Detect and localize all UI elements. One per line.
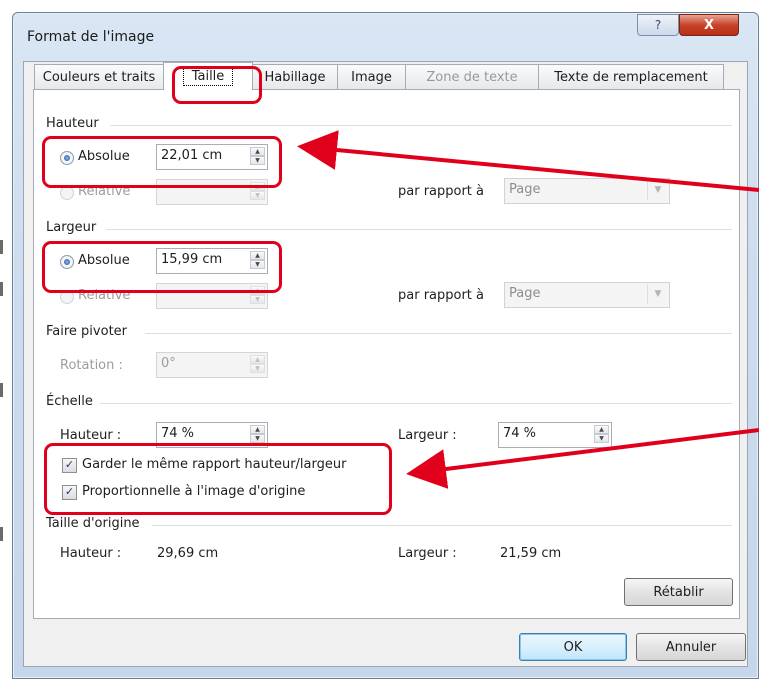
spin-up-icon: ▲ [250, 182, 265, 191]
hauteur-relative-label: Relative [78, 184, 131, 199]
section-divider [110, 125, 732, 126]
section-pivoter-title: Faire pivoter [46, 324, 128, 339]
spin-down-icon[interactable]: ▼ [250, 156, 265, 165]
garder-rapport-label: Garder le même rapport hauteur/largeur [82, 457, 347, 472]
tab-label: Couleurs et traits [42, 69, 156, 85]
largeur-relative-label: Relative [78, 288, 131, 303]
tab-label: Image [351, 69, 392, 85]
spin-up-icon[interactable]: ▲ [250, 425, 265, 434]
tab-image[interactable]: Image [337, 64, 406, 89]
largeur-relative-radio [60, 290, 74, 304]
rotation-spinner: 0° ▲ ▼ [156, 352, 268, 378]
hauteur-par-rapport-label: par rapport à [398, 184, 485, 199]
garder-rapport-checkbox[interactable]: ✓ [62, 458, 77, 473]
spin-down-icon: ▼ [250, 364, 265, 373]
spin-down-icon[interactable]: ▼ [250, 434, 265, 443]
largeur-par-rapport-select: Page ▼ [504, 282, 670, 308]
spin-up-icon: ▲ [250, 286, 265, 295]
spinner-value: 22,01 cm [161, 148, 223, 163]
select-value: Page [509, 182, 541, 197]
tab-label: Habillage [264, 69, 326, 85]
spin-down-icon: ▼ [250, 191, 265, 200]
tab-label: Zone de texte [426, 69, 518, 85]
title-bar: Format de l'image ? X [13, 13, 758, 57]
taille-panel [33, 89, 740, 619]
spinner-arrows[interactable]: ▲ ▼ [250, 147, 265, 165]
hauteur-relative-radio [60, 186, 74, 200]
tab-zone-de-texte: Zone de texte [405, 64, 539, 89]
spin-up-icon: ▲ [250, 355, 265, 364]
origine-hauteur-label: Hauteur : [60, 546, 122, 561]
echelle-largeur-label: Largeur : [398, 428, 457, 443]
tab-label: Texte de remplacement [554, 69, 708, 85]
spinner-arrows[interactable]: ▲ ▼ [250, 251, 265, 269]
spin-down-icon[interactable]: ▼ [250, 260, 265, 269]
echelle-hauteur-label: Hauteur : [60, 428, 122, 443]
origine-hauteur-value: 29,69 cm [157, 546, 219, 561]
spinner-arrows: ▲ ▼ [250, 286, 265, 304]
help-button[interactable]: ? [637, 14, 679, 36]
hauteur-relative-spinner: ▲ ▼ [156, 179, 268, 205]
spinner-value: 0° [161, 356, 176, 371]
tab-texte-de-remplacement[interactable]: Texte de remplacement [538, 64, 724, 89]
background-edge-mark [0, 383, 3, 397]
spinner-value: 74 % [161, 426, 195, 441]
close-icon: X [703, 17, 715, 33]
select-value: Page [509, 286, 541, 301]
spin-down-icon[interactable]: ▼ [594, 434, 609, 443]
background-edge-mark [0, 282, 3, 296]
spinner-arrows[interactable]: ▲ ▼ [250, 425, 265, 443]
section-echelle-title: Échelle [46, 394, 93, 409]
spin-down-icon: ▼ [250, 295, 265, 304]
proportionnelle-checkbox[interactable]: ✓ [62, 485, 77, 500]
annuler-button[interactable]: Annuler [636, 633, 746, 661]
retablir-button[interactable]: Rétablir [624, 578, 733, 606]
section-largeur-title: Largeur [46, 220, 97, 235]
spinner-value: 74 % [503, 426, 537, 441]
largeur-relative-spinner: ▲ ▼ [156, 283, 268, 309]
window-title: Format de l'image [27, 29, 155, 45]
largeur-absolue-spinner[interactable]: 15,99 cm ▲ ▼ [156, 248, 268, 274]
tab-label: Taille [182, 67, 234, 86]
echelle-hauteur-spinner[interactable]: 74 % ▲ ▼ [156, 422, 268, 448]
spin-up-icon[interactable]: ▲ [594, 425, 609, 434]
chevron-down-icon: ▼ [647, 284, 668, 304]
section-divider [106, 229, 732, 230]
largeur-absolue-radio[interactable] [60, 255, 74, 269]
largeur-par-rapport-label: par rapport à [398, 288, 485, 303]
spinner-arrows[interactable]: ▲ ▼ [594, 425, 609, 443]
ok-button[interactable]: OK [519, 633, 627, 661]
tab-couleurs-et-traits[interactable]: Couleurs et traits [34, 64, 164, 89]
hauteur-absolue-spinner[interactable]: 22,01 cm ▲ ▼ [156, 144, 268, 170]
chevron-down-icon: ▼ [647, 180, 668, 200]
origine-largeur-value: 21,59 cm [500, 546, 562, 561]
tab-taille[interactable]: Taille [163, 62, 253, 90]
section-hauteur-title: Hauteur [46, 116, 99, 131]
echelle-largeur-spinner[interactable]: 74 % ▲ ▼ [498, 422, 612, 448]
section-divider [145, 333, 732, 334]
spin-up-icon[interactable]: ▲ [250, 147, 265, 156]
spinner-arrows: ▲ ▼ [250, 182, 265, 200]
spin-up-icon[interactable]: ▲ [250, 251, 265, 260]
close-button[interactable]: X [679, 14, 739, 36]
section-divider [100, 403, 732, 404]
spinner-value: 15,99 cm [161, 252, 223, 267]
largeur-absolue-label: Absolue [78, 253, 130, 268]
rotation-label: Rotation : [60, 358, 123, 373]
hauteur-absolue-label: Absolue [78, 149, 130, 164]
spinner-arrows: ▲ ▼ [250, 355, 265, 373]
section-origine-title: Taille d'origine [46, 516, 140, 531]
background-edge-mark [0, 240, 3, 254]
section-divider [152, 525, 732, 526]
button-label: OK [563, 639, 583, 655]
button-label: Rétablir [653, 584, 704, 600]
background-edge-mark [0, 527, 3, 541]
button-label: Annuler [665, 639, 717, 655]
origine-largeur-label: Largeur : [398, 546, 457, 561]
hauteur-absolue-radio[interactable] [60, 151, 74, 165]
hauteur-par-rapport-select: Page ▼ [504, 178, 670, 204]
tab-habillage[interactable]: Habillage [252, 64, 338, 89]
help-icon: ? [654, 18, 662, 32]
proportionnelle-label: Proportionnelle à l'image d'origine [82, 484, 306, 499]
